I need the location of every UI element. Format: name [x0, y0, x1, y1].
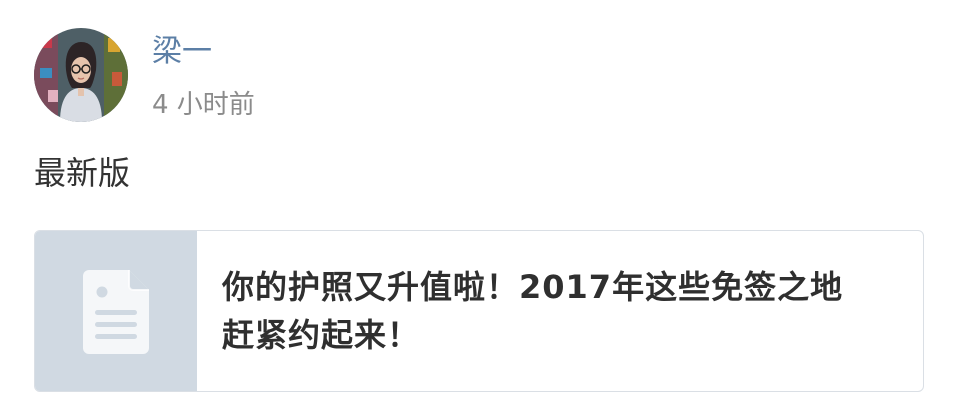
avatar-image	[34, 28, 128, 122]
link-thumbnail	[35, 231, 197, 391]
document-icon	[83, 270, 149, 354]
link-card-title-line2: 赶紧约起来！	[222, 316, 421, 354]
author-name[interactable]: 梁一	[152, 32, 255, 72]
link-card[interactable]: 你的护照又升值啦！2017年这些免签之地 赶紧约起来！	[34, 230, 924, 392]
author-meta: 梁一 4 小时前	[152, 32, 255, 122]
link-card-title-line1: 你的护照又升值啦！2017年这些免签之地	[222, 268, 844, 306]
avatar[interactable]	[34, 28, 128, 122]
post-header: 梁一 4 小时前	[34, 28, 255, 124]
link-card-title: 你的护照又升值啦！2017年这些免签之地 赶紧约起来！	[222, 263, 902, 391]
post-text: 最新版	[34, 154, 131, 192]
post-timestamp: 4 小时前	[152, 90, 255, 120]
